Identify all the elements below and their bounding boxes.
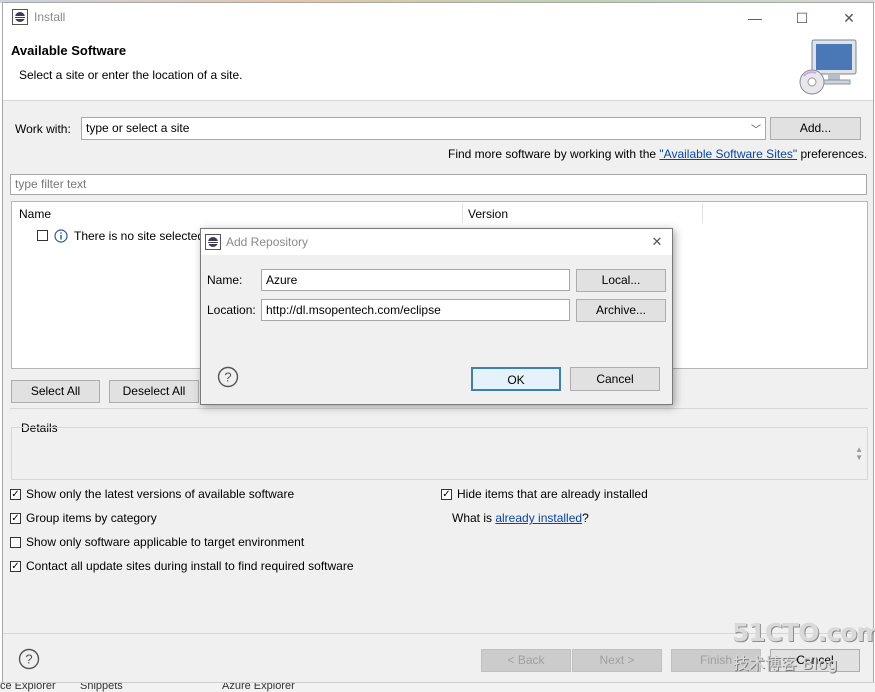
row-name: There is no site selected. xyxy=(74,229,208,243)
close-icon[interactable]: ✕ xyxy=(835,7,863,29)
name-input[interactable]: Azure xyxy=(261,269,570,291)
next-button[interactable]: Next > xyxy=(572,649,662,672)
details-box: ▲ ▼ xyxy=(11,427,868,480)
computer-cd-icon xyxy=(799,39,857,95)
group-by-category-checkbox[interactable]: ✓ xyxy=(10,513,21,524)
local-button[interactable]: Local... xyxy=(576,269,666,292)
already-installed-link[interactable]: already installed xyxy=(495,511,582,525)
contact-update-sites-checkbox[interactable]: ✓ xyxy=(10,561,21,572)
close-icon[interactable]: ✕ xyxy=(647,232,667,252)
info-icon xyxy=(54,229,68,243)
add-repository-dialog: Add Repository ✕ Name: Azure Local... Lo… xyxy=(200,228,673,405)
window-title: Install xyxy=(34,10,66,24)
page-title: Available Software xyxy=(11,43,127,58)
eclipse-icon xyxy=(205,234,221,250)
deselect-all-button[interactable]: Deselect All xyxy=(109,380,199,403)
help-icon[interactable]: ? xyxy=(18,648,40,670)
dialog-title-bar: Add Repository ✕ xyxy=(201,229,672,255)
table-header xyxy=(12,202,867,224)
watermark-logo: 51CTO.com xyxy=(732,618,875,647)
available-sites-link[interactable]: "Available Software Sites" xyxy=(659,147,797,161)
column-name[interactable]: Name xyxy=(19,207,51,221)
work-with-combo[interactable]: type or select a site ﹀ xyxy=(81,117,766,140)
name-label: Name: xyxy=(207,273,243,287)
find-more-text: Find more software by working with the "… xyxy=(448,147,868,161)
latest-versions-checkbox[interactable]: ✓ xyxy=(10,489,21,500)
what-is-installed-text: What is already installed? xyxy=(452,511,589,525)
column-version[interactable]: Version xyxy=(468,207,508,221)
divider xyxy=(10,408,868,409)
target-environment-checkbox[interactable] xyxy=(10,537,21,548)
eclipse-icon xyxy=(12,9,28,25)
column-divider xyxy=(702,203,703,223)
svg-text:?: ? xyxy=(224,370,231,385)
location-input[interactable]: http://dl.msopentech.com/eclipse xyxy=(261,299,570,321)
work-with-value: type or select a site xyxy=(86,121,190,135)
help-icon[interactable]: ? xyxy=(217,366,239,388)
archive-button[interactable]: Archive... xyxy=(576,299,666,322)
dropdown-arrow-icon[interactable]: ﹀ xyxy=(751,121,761,136)
ok-button[interactable]: OK xyxy=(471,367,561,391)
location-label: Location: xyxy=(207,303,256,317)
filter-input[interactable]: type filter text xyxy=(10,174,867,195)
row-checkbox[interactable] xyxy=(37,230,48,241)
add-site-button[interactable]: Add... xyxy=(770,117,861,140)
hide-installed-checkbox[interactable]: ✓ xyxy=(441,489,452,500)
select-all-button[interactable]: Select All xyxy=(11,380,100,403)
page-subtitle: Select a site or enter the location of a… xyxy=(19,68,243,82)
back-button[interactable]: < Back xyxy=(481,649,571,672)
work-with-label: Work with: xyxy=(15,122,71,136)
column-divider xyxy=(462,203,463,223)
minimize-icon[interactable]: — xyxy=(741,7,769,29)
maximize-icon[interactable]: ☐ xyxy=(788,7,816,29)
title-bar: Install — ☐ ✕ xyxy=(3,3,873,32)
details-scrollbar[interactable]: ▲ ▼ xyxy=(855,446,863,462)
watermark-subtitle: 技术博客 Blog xyxy=(733,654,838,673)
dialog-title: Add Repository xyxy=(226,235,309,249)
wizard-header: Available Software Select a site or ente… xyxy=(3,32,873,101)
svg-text:?: ? xyxy=(25,652,32,667)
dialog-cancel-button[interactable]: Cancel xyxy=(570,367,660,391)
